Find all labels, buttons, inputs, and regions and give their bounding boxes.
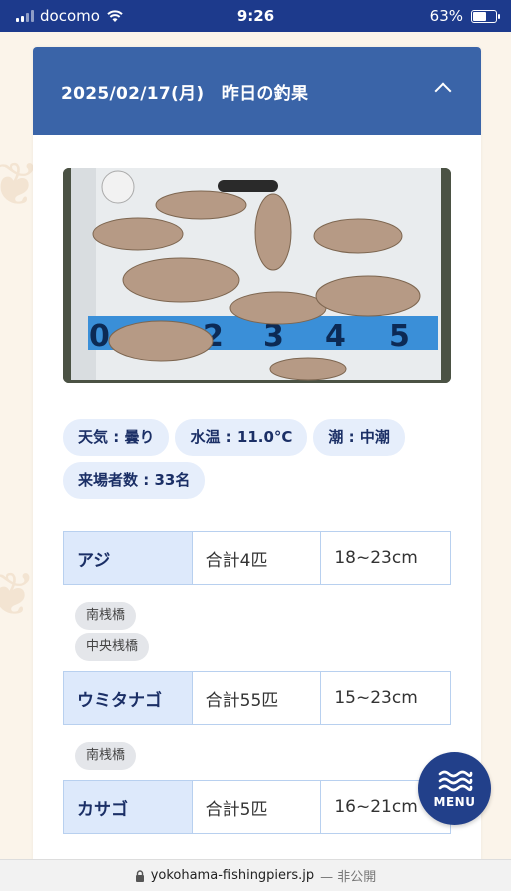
location-list: 南桟橋 bbox=[63, 725, 451, 780]
conditions-tags: 天気 : 曇り 水温 : 11.0°C 潮 : 中潮 来場者数 : 33名 bbox=[63, 419, 463, 499]
url-domain: yokohama-fishingpiers.jp bbox=[150, 868, 315, 883]
menu-label: MENU bbox=[433, 794, 476, 809]
fish-total: 合計4匹 bbox=[192, 532, 322, 585]
fish-total: 合計55匹 bbox=[192, 672, 322, 725]
location-badge: 南桟橋 bbox=[75, 602, 137, 630]
url-visibility: — 非公開 bbox=[320, 870, 377, 885]
table-row: ウミタナゴ 合計55匹 15~23cm bbox=[63, 671, 452, 725]
location-list: 南桟橋 中央桟橋 bbox=[63, 585, 451, 671]
lock-icon bbox=[135, 869, 144, 882]
svg-text:5: 5 bbox=[389, 319, 410, 354]
url-bar[interactable]: yokohama-fishingpiers.jp — 非公開 bbox=[0, 859, 511, 891]
location-badge: 中央桟橋 bbox=[75, 633, 150, 661]
fish-name: ウミタナゴ bbox=[64, 672, 193, 725]
fish-name: アジ bbox=[64, 532, 193, 585]
svg-text:4: 4 bbox=[325, 319, 346, 354]
svg-text:0: 0 bbox=[89, 319, 110, 354]
fish-size: 18~23cm bbox=[321, 532, 452, 585]
report-card: 2025/02/17(月) 昨日の釣果 0 2 3 4 5 天気: 曇り 水温… bbox=[33, 47, 481, 877]
tide-tag: 潮 : 中潮 bbox=[313, 419, 405, 456]
status-bar: docomo 9:26 63% bbox=[0, 0, 511, 32]
battery-icon bbox=[471, 9, 500, 23]
visitors-tag: 来場者数 : 33名 bbox=[63, 462, 206, 499]
water-temp-tag: 水温 : 11.0°C bbox=[175, 419, 308, 456]
report-header[interactable]: 2025/02/17(月) 昨日の釣果 bbox=[33, 47, 481, 135]
table-row: カサゴ 合計5匹 16~21cm bbox=[63, 780, 452, 834]
catch-photo-image: 0 2 3 4 5 bbox=[63, 168, 451, 383]
menu-button[interactable]: MENU bbox=[418, 752, 491, 825]
battery-group: 63% bbox=[429, 0, 500, 32]
catch-photo: 0 2 3 4 5 bbox=[63, 168, 451, 383]
catch-table: アジ 合計4匹 18~23cm 南桟橋 中央桟橋 ウミタナゴ 合計55匹 15~… bbox=[63, 531, 452, 834]
weather-tag: 天気 : 曇り bbox=[63, 419, 170, 456]
chevron-up-icon[interactable] bbox=[434, 82, 452, 100]
fish-total: 合計5匹 bbox=[192, 781, 322, 834]
fish-size: 15~23cm bbox=[321, 672, 452, 725]
background-fish-icon: ❦ bbox=[0, 560, 37, 630]
waves-icon bbox=[438, 770, 472, 791]
battery-percent: 63% bbox=[429, 7, 463, 25]
location-badge: 南桟橋 bbox=[75, 742, 137, 770]
fish-name: カサゴ bbox=[64, 781, 193, 834]
table-row: アジ 合計4匹 18~23cm bbox=[63, 531, 452, 585]
report-title: 2025/02/17(月) 昨日の釣果 bbox=[61, 83, 309, 104]
